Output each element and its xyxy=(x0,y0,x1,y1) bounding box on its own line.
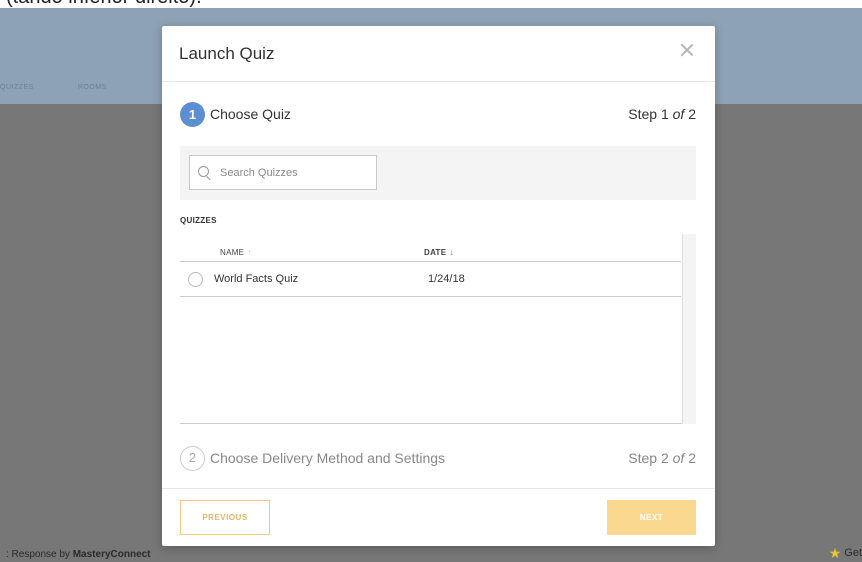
quizzes-table: NAME ↑ DATE ↓ World Facts Quiz 1/24/18 xyxy=(180,234,696,424)
search-box[interactable] xyxy=(189,155,377,190)
step-1-count: Step 1 of 2 xyxy=(628,106,696,122)
step-2-badge: 2 xyxy=(180,446,205,471)
arrow-up-icon: ↑ xyxy=(247,247,253,257)
nav-item-rooms[interactable]: ROOMS xyxy=(78,84,107,98)
footer-get-link[interactable]: ★ Get xyxy=(829,546,862,560)
step-1-count-suffix: 2 xyxy=(684,106,696,122)
column-header-date-label: DATE xyxy=(424,248,447,257)
column-header-name[interactable]: NAME ↑ xyxy=(220,247,252,257)
modal-header: Launch Quiz xyxy=(162,26,715,82)
quiz-select-radio[interactable] xyxy=(188,272,203,287)
step-1-badge: 1 xyxy=(180,102,205,127)
search-input[interactable] xyxy=(220,166,370,179)
step-2-count: Step 2 of 2 xyxy=(628,450,696,466)
step-2-label: Choose Delivery Method and Settings xyxy=(210,450,446,466)
nav-item-quizzes[interactable]: QUIZZES xyxy=(0,84,34,98)
quiz-date: 1/24/18 xyxy=(428,273,465,285)
step-2-count-of: of xyxy=(672,450,685,466)
star-icon: ★ xyxy=(828,545,842,561)
arrow-down-icon: ↓ xyxy=(449,247,455,257)
previous-button[interactable]: PREVIOUS xyxy=(180,500,270,535)
table-header: NAME ↑ DATE ↓ xyxy=(180,234,681,262)
step-2-count-suffix: 2 xyxy=(684,450,696,466)
launch-quiz-modal: Launch Quiz 1 Choose Quiz Step 1 of 2 QU… xyxy=(162,26,715,546)
step-1-label: Choose Quiz xyxy=(210,106,291,122)
quizzes-section-label: QUIZZES xyxy=(180,216,217,225)
search-panel xyxy=(180,146,696,200)
column-header-name-label: NAME xyxy=(220,248,245,257)
close-icon[interactable] xyxy=(679,42,695,58)
quiz-name: World Facts Quiz xyxy=(214,273,299,285)
footer-credit-prefix: : Response by xyxy=(6,549,73,560)
search-icon xyxy=(198,165,212,180)
app-nav: QUIZZES ROOMS xyxy=(0,84,107,98)
modal-footer: PREVIOUS NEXT xyxy=(162,488,715,546)
next-button[interactable]: NEXT xyxy=(607,500,696,535)
caption-strip: (tando inferior direito). xyxy=(0,0,862,8)
table-scrollbar[interactable] xyxy=(682,234,696,424)
step-choose-quiz: 1 Choose Quiz Step 1 of 2 xyxy=(180,102,696,128)
step-delivery-method: 2 Choose Delivery Method and Settings St… xyxy=(180,446,696,472)
footer-get-label: Get xyxy=(844,547,862,559)
footer-credit: : Response by MasteryConnect xyxy=(6,549,151,560)
step-2-count-prefix: Step 2 xyxy=(628,450,673,466)
table-row[interactable]: World Facts Quiz 1/24/18 xyxy=(180,262,681,297)
column-header-date[interactable]: DATE ↓ xyxy=(424,247,454,257)
step-1-count-of: of xyxy=(672,106,685,122)
caption-text: (tando inferior direito). xyxy=(6,0,202,8)
footer-brand[interactable]: MasteryConnect xyxy=(73,549,151,560)
modal-title: Launch Quiz xyxy=(179,44,275,63)
step-1-count-prefix: Step 1 xyxy=(628,106,673,122)
